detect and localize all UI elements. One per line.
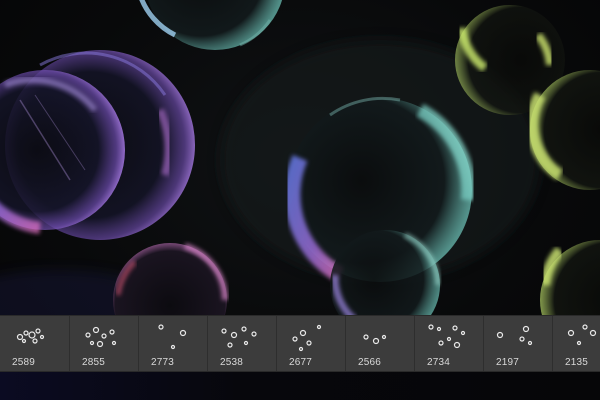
bubble-top-center — [139, 0, 283, 50]
brush-preset-8[interactable]: 2197 — [484, 316, 553, 371]
brush-size-label: 2773 — [151, 357, 175, 368]
bubble-cluster-icon — [496, 325, 533, 346]
bubble-cluster-icon — [292, 324, 322, 352]
brush-preset-4[interactable]: 2538 — [208, 316, 277, 371]
brush-size-label: 2734 — [427, 357, 451, 368]
brush-preset-2[interactable]: 2855 — [70, 316, 139, 371]
brush-preset-5[interactable]: 2677 — [277, 316, 346, 371]
brush-size-label: 2566 — [358, 357, 382, 368]
brush-preset-1[interactable]: 2589 — [0, 316, 70, 371]
brush-preset-9[interactable]: 2135 — [553, 316, 600, 371]
brush-size-label: 2589 — [12, 357, 36, 368]
brush-preset-3[interactable]: 2773 — [139, 316, 208, 371]
brush-size-label: 2135 — [565, 357, 589, 368]
bubble-cluster-icon — [16, 328, 45, 344]
brush-size-label: 2677 — [289, 357, 313, 368]
brush-preset-7[interactable]: 2734 — [415, 316, 484, 371]
bubble-cluster-icon — [221, 326, 257, 348]
brush-size-label: 2197 — [496, 357, 520, 368]
brush-preset-strip: 2589 2855 2773 2538 2677 2566 2734 2197 … — [0, 315, 600, 372]
bubble-cluster-icon — [567, 324, 597, 346]
bottom-band — [0, 370, 600, 400]
brush-size-label: 2538 — [220, 357, 244, 368]
bubble-cluster-icon — [85, 326, 117, 348]
brush-preset-6[interactable]: 2566 — [346, 316, 415, 371]
bubble-scene: 2589 2855 2773 2538 2677 2566 2734 2197 … — [0, 0, 600, 400]
bubble-cluster-icon — [428, 324, 466, 349]
brush-size-label: 2855 — [82, 357, 106, 368]
bubble-cluster-icon — [158, 324, 187, 350]
bubble-cluster-icon — [363, 334, 387, 345]
